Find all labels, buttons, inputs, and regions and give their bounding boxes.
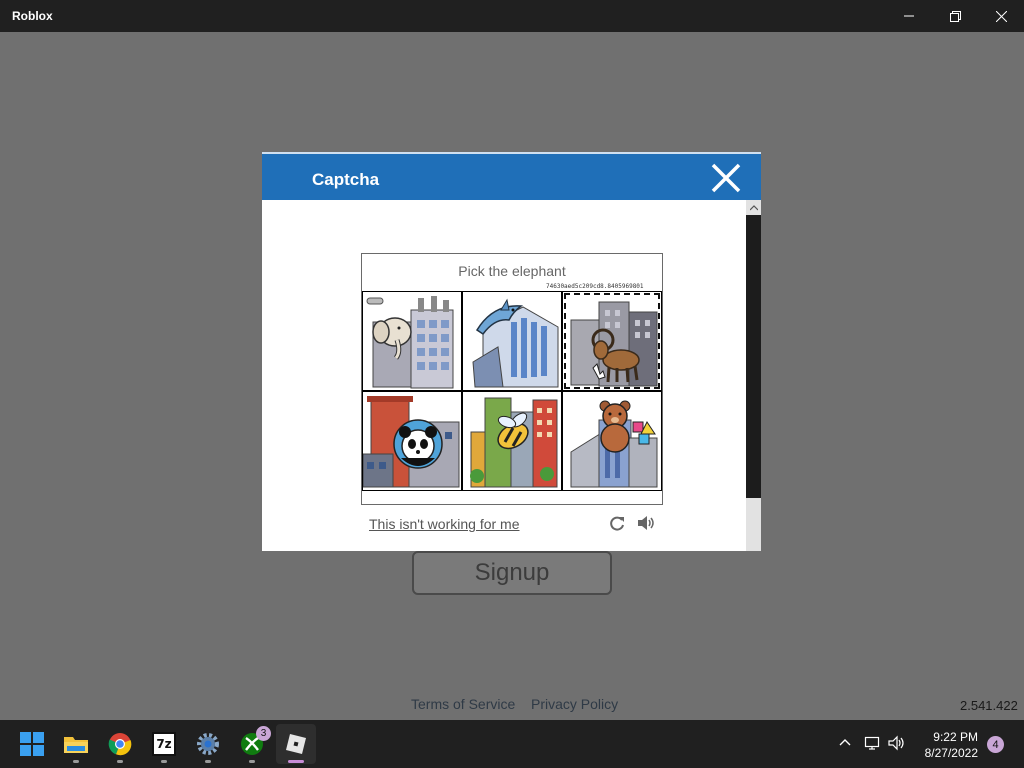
running-indicator: [117, 760, 123, 763]
close-icon: [711, 163, 741, 193]
roblox-icon: [286, 734, 306, 754]
speaker-icon: [888, 735, 904, 751]
7zip-label: 7z: [156, 737, 172, 751]
captcha-tile-teddy-bear[interactable]: [562, 391, 662, 491]
captcha-tile-panda[interactable]: [362, 391, 462, 491]
panda-tile-image: [363, 396, 460, 488]
running-indicator: [205, 760, 211, 763]
active-indicator: [288, 760, 304, 763]
captcha-challenge: Pick the elephant 74630aed5c209cd8.84059…: [361, 253, 663, 505]
taskbar-chrome[interactable]: [100, 724, 140, 764]
clock-time: 9:22 PM: [933, 730, 978, 744]
captcha-title: Captcha: [312, 170, 380, 189]
close-window-button[interactable]: [978, 0, 1024, 32]
captcha-tile-elephant[interactable]: [362, 291, 462, 391]
window-title: Roblox: [12, 9, 53, 23]
minimize-icon: [904, 15, 914, 17]
signup-button[interactable]: Signup: [412, 551, 612, 595]
bee-tile-image: [470, 397, 558, 488]
chrome-icon: [108, 733, 132, 756]
taskbar-settings[interactable]: [188, 724, 228, 764]
teddy-bear-tile-image: [570, 400, 658, 488]
captcha-hash: 74630aed5c209cd8.8405969801: [546, 283, 644, 290]
taskbar-file-explorer[interactable]: [56, 724, 96, 764]
speaker-icon: [638, 516, 654, 530]
gear-icon: [197, 733, 219, 755]
goat-tile-image: [570, 301, 658, 387]
running-indicator: [249, 760, 255, 763]
refresh-button[interactable]: [608, 514, 626, 532]
captcha-prompt: Pick the elephant: [458, 263, 566, 279]
chevron-up-icon: [839, 739, 851, 746]
show-hidden-icons-button[interactable]: [838, 735, 852, 754]
7zip-icon: 7z: [152, 732, 176, 756]
captcha-close-button[interactable]: [708, 160, 744, 196]
captcha-header: Captcha: [262, 152, 761, 200]
minimize-button[interactable]: [886, 0, 932, 32]
restore-button[interactable]: [932, 0, 978, 32]
network-button[interactable]: [864, 735, 882, 756]
version-label: 2.541.422: [960, 698, 1018, 713]
taskbar-xbox[interactable]: 3: [232, 724, 272, 764]
taskbar-roblox[interactable]: [276, 724, 316, 764]
captcha-modal: Captcha Pick the elephant 74630aed5c209c…: [262, 152, 761, 551]
taskbar-7zip[interactable]: 7z: [144, 724, 184, 764]
refresh-icon: [610, 516, 624, 531]
scroll-up-button[interactable]: [746, 200, 761, 215]
chevron-up-icon: [749, 204, 758, 210]
network-icon: [864, 736, 880, 750]
dolphin-tile-image: [472, 298, 559, 388]
captcha-scrollbar[interactable]: [746, 200, 761, 551]
folder-icon: [64, 737, 88, 753]
audio-challenge-button[interactable]: [636, 514, 656, 532]
captcha-grid: [362, 291, 662, 491]
running-indicator: [161, 760, 167, 763]
volume-button[interactable]: [888, 735, 908, 756]
notification-center-badge[interactable]: 4: [987, 736, 1004, 753]
clock-date: 8/27/2022: [924, 746, 978, 760]
windows-start-icon: [20, 732, 44, 756]
captcha-tile-goat[interactable]: [562, 291, 662, 391]
privacy-policy-link[interactable]: Privacy Policy: [531, 696, 618, 712]
restore-icon: [949, 10, 961, 22]
captcha-tile-dolphin[interactable]: [462, 291, 562, 391]
terms-of-service-link[interactable]: Terms of Service: [411, 696, 515, 712]
captcha-tile-bee[interactable]: [462, 391, 562, 491]
notification-badge: 3: [256, 726, 271, 741]
running-indicator: [73, 760, 79, 763]
captcha-body: Pick the elephant 74630aed5c209cd8.84059…: [262, 200, 746, 551]
scrollbar-thumb[interactable]: [746, 215, 761, 498]
elephant-tile-image: [366, 296, 454, 389]
window-titlebar: Roblox: [0, 0, 1024, 32]
not-working-link[interactable]: This isn't working for me: [369, 516, 520, 532]
taskbar-clock[interactable]: 9:22 PM 8/27/2022: [918, 729, 978, 761]
close-icon: [995, 10, 1007, 22]
start-button[interactable]: [12, 724, 52, 764]
